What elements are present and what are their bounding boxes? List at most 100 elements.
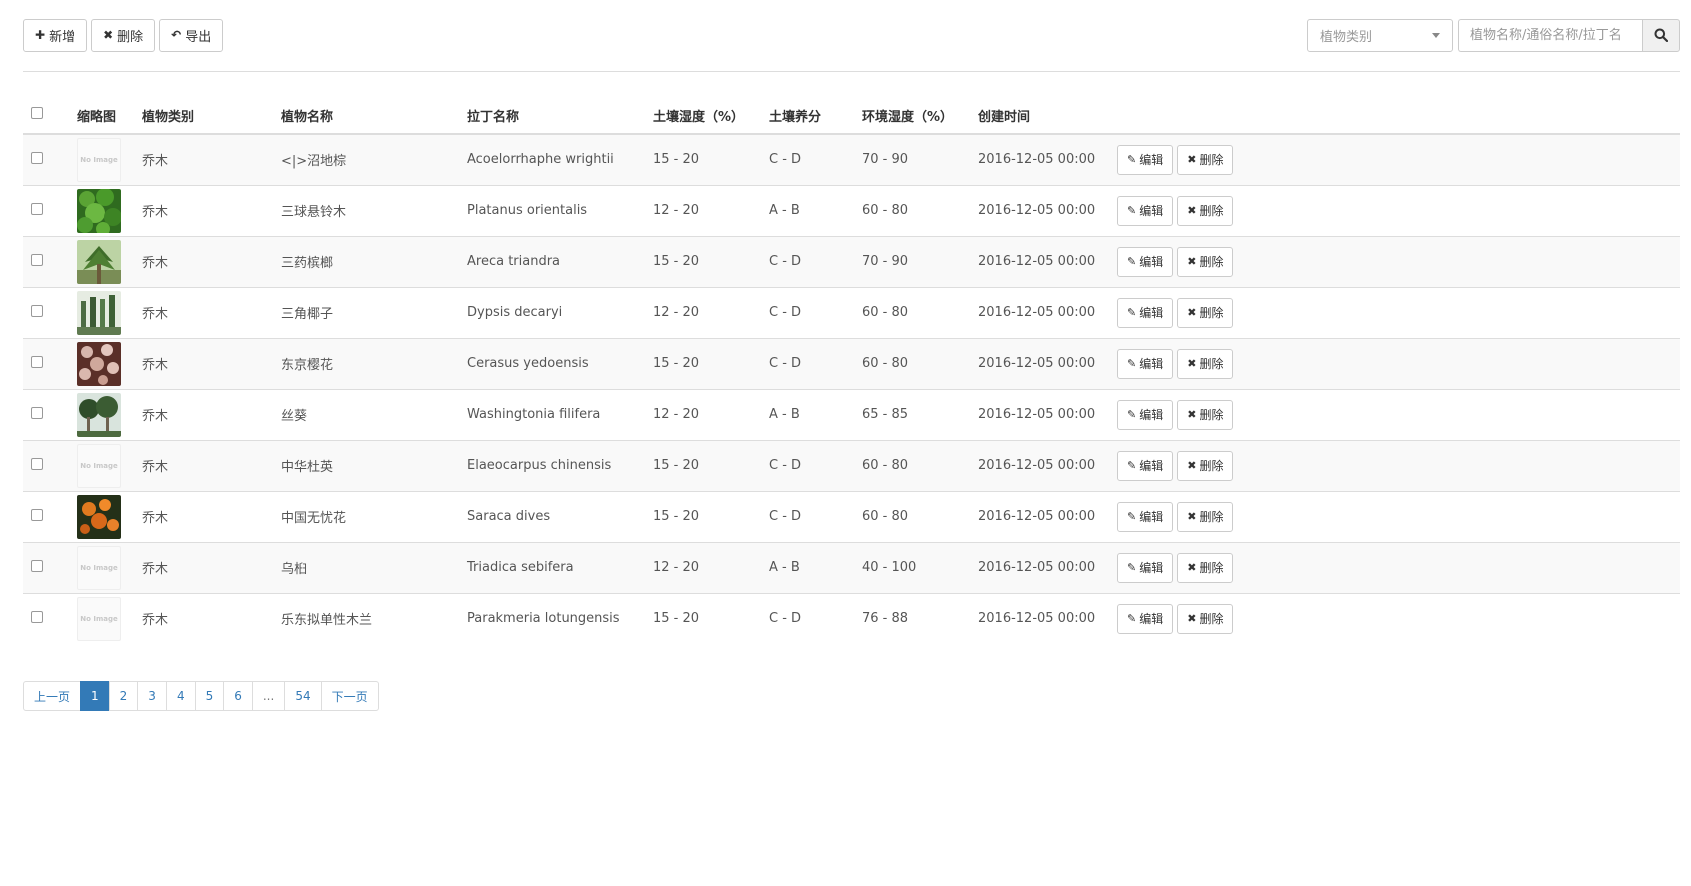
- env-humidity-cell: 40 - 100: [854, 542, 970, 594]
- row-checkbox[interactable]: [31, 253, 43, 266]
- category-select[interactable]: 植物类别: [1307, 18, 1453, 52]
- pagination-page-4[interactable]: 4: [165, 681, 196, 711]
- edit-button[interactable]: ✎ 编辑: [1117, 144, 1174, 175]
- table-row: No Image 乔木 乐东拟单性木兰 Parakmeria lotungens…: [23, 593, 1680, 644]
- row-delete-button[interactable]: ✖ 删除: [1177, 348, 1234, 379]
- edit-button-label: 编辑: [1139, 561, 1164, 575]
- name-cell: 乌桕: [273, 542, 459, 594]
- table-row: 乔木 东京樱花 Cerasus yedoensis 15 - 20 C - D …: [23, 338, 1680, 390]
- category-cell: 乔木: [134, 542, 273, 594]
- header-thumbnail: 缩略图: [69, 97, 134, 135]
- close-icon: ✖: [1187, 459, 1197, 472]
- row-actions: ✎ 编辑 ✖ 删除: [1117, 399, 1672, 430]
- row-delete-button[interactable]: ✖ 删除: [1177, 552, 1234, 583]
- env-humidity-cell: 60 - 80: [854, 185, 970, 237]
- search-button[interactable]: [1642, 18, 1680, 52]
- category-cell: 乔木: [142, 613, 169, 629]
- table-row: 乔木 丝葵 Washingtonia filifera 12 - 20 A - …: [23, 389, 1680, 441]
- created-time-cell: 2016-12-05 00:00: [970, 236, 1109, 288]
- row-checkbox[interactable]: [31, 457, 43, 470]
- edit-button[interactable]: ✎ 编辑: [1117, 450, 1174, 481]
- row-checkbox[interactable]: [31, 202, 43, 215]
- row-select-cell: [23, 338, 69, 390]
- thumbnail-cell: No Image: [69, 440, 134, 492]
- row-delete-button[interactable]: ✖ 删除: [1177, 501, 1234, 532]
- name-cell: 三药槟榔: [273, 236, 459, 288]
- export-button[interactable]: ↶ 导出: [159, 18, 224, 52]
- pagination-page-1[interactable]: 1: [80, 681, 110, 711]
- row-delete-button[interactable]: ✖ 删除: [1177, 399, 1234, 430]
- row-actions: ✎ 编辑 ✖ 删除: [1117, 552, 1672, 583]
- row-checkbox[interactable]: [31, 304, 43, 317]
- created-time-cell: 2016-12-05 00:00: [970, 440, 1109, 492]
- thumbnail-cell: [69, 491, 134, 543]
- delete-button[interactable]: ✖ 删除: [91, 18, 156, 52]
- edit-button[interactable]: ✎ 编辑: [1117, 297, 1174, 328]
- row-delete-button[interactable]: ✖ 删除: [1177, 246, 1234, 277]
- edit-button[interactable]: ✎ 编辑: [1117, 348, 1174, 379]
- thumbnail-cell: [69, 287, 134, 339]
- row-checkbox[interactable]: [31, 559, 43, 572]
- select-all-checkbox[interactable]: [31, 107, 43, 119]
- soil-humidity-cell: 15 - 20: [645, 236, 761, 288]
- row-checkbox[interactable]: [31, 151, 43, 164]
- actions-cell: ✎ 编辑 ✖ 删除: [1109, 338, 1680, 390]
- edit-button[interactable]: ✎ 编辑: [1117, 552, 1174, 583]
- thumbnail-cell: [69, 338, 134, 390]
- soil-humidity-cell: 15 - 20: [645, 134, 761, 186]
- plant-thumbnail: [77, 290, 126, 335]
- plant-table: 缩略图 植物类别 植物名称 拉丁名称 土壤湿度（%） 土壤养分 环境湿度（%） …: [23, 97, 1680, 644]
- toolbar-divider: [23, 71, 1680, 72]
- env-humidity-cell: 70 - 90: [854, 236, 970, 288]
- edit-button[interactable]: ✎ 编辑: [1117, 246, 1174, 277]
- row-checkbox[interactable]: [31, 610, 43, 623]
- env-humidity-cell: 70 - 90: [854, 134, 970, 186]
- search-group: [1458, 18, 1680, 52]
- pagination-next-button[interactable]: 下一页: [320, 681, 379, 711]
- edit-button[interactable]: ✎ 编辑: [1117, 603, 1174, 634]
- created-time-cell: 2016-12-05 00:00: [970, 389, 1109, 441]
- edit-button[interactable]: ✎ 编辑: [1117, 501, 1174, 532]
- env-humidity-cell: 60 - 80: [854, 338, 970, 390]
- soil-nutrient-cell: C - D: [761, 440, 854, 492]
- row-actions: ✎ 编辑 ✖ 删除: [1117, 603, 1672, 634]
- row-delete-button[interactable]: ✖ 删除: [1177, 450, 1234, 481]
- row-checkbox[interactable]: [31, 355, 43, 368]
- soil-nutrient-cell: A - B: [761, 542, 854, 594]
- row-delete-button[interactable]: ✖ 删除: [1177, 603, 1234, 634]
- search-input[interactable]: [1458, 18, 1642, 52]
- edit-button[interactable]: ✎ 编辑: [1117, 195, 1174, 226]
- header-latin-name: 拉丁名称: [459, 97, 645, 135]
- close-icon: ✖: [1187, 510, 1197, 523]
- actions-cell: ✎ 编辑 ✖ 删除: [1109, 236, 1680, 288]
- row-delete-button[interactable]: ✖ 删除: [1177, 195, 1234, 226]
- edit-button[interactable]: ✎ 编辑: [1117, 399, 1174, 430]
- pagination-page-6[interactable]: 6: [223, 681, 253, 711]
- row-actions: ✎ 编辑 ✖ 删除: [1117, 450, 1672, 481]
- row-select-cell: [23, 542, 69, 594]
- row-checkbox[interactable]: [31, 508, 43, 521]
- pagination-page-5[interactable]: 5: [194, 681, 225, 711]
- env-humidity-cell: 60 - 80: [854, 287, 970, 339]
- pagination-prev-button[interactable]: 上一页: [23, 681, 82, 711]
- toolbar-filters: 植物类别: [1307, 18, 1680, 52]
- latin-name-cell: Saraca dives: [459, 491, 645, 543]
- pagination-page-54[interactable]: 54: [284, 681, 322, 711]
- add-button[interactable]: ✚ 新增: [23, 18, 88, 52]
- soil-nutrient-cell: C - D: [761, 338, 854, 390]
- category-cell: 乔木: [134, 185, 273, 237]
- edit-icon: ✎: [1127, 459, 1137, 472]
- close-icon: ✖: [103, 28, 114, 42]
- row-actions: ✎ 编辑 ✖ 删除: [1117, 246, 1672, 277]
- row-delete-button[interactable]: ✖ 删除: [1177, 297, 1234, 328]
- row-delete-button-label: 删除: [1199, 306, 1224, 320]
- edit-button-label: 编辑: [1139, 153, 1164, 168]
- row-delete-button-label: 删除: [1199, 561, 1224, 575]
- soil-nutrient-cell: C - D: [769, 611, 802, 627]
- row-checkbox[interactable]: [31, 406, 43, 419]
- row-delete-button[interactable]: ✖ 删除: [1177, 144, 1234, 175]
- created-time-cell: 2016-12-05 00:00: [970, 185, 1109, 237]
- pagination-page-3[interactable]: 3: [137, 681, 167, 711]
- pagination-page-2[interactable]: 2: [108, 681, 139, 711]
- thumbnail-cell: [69, 185, 134, 237]
